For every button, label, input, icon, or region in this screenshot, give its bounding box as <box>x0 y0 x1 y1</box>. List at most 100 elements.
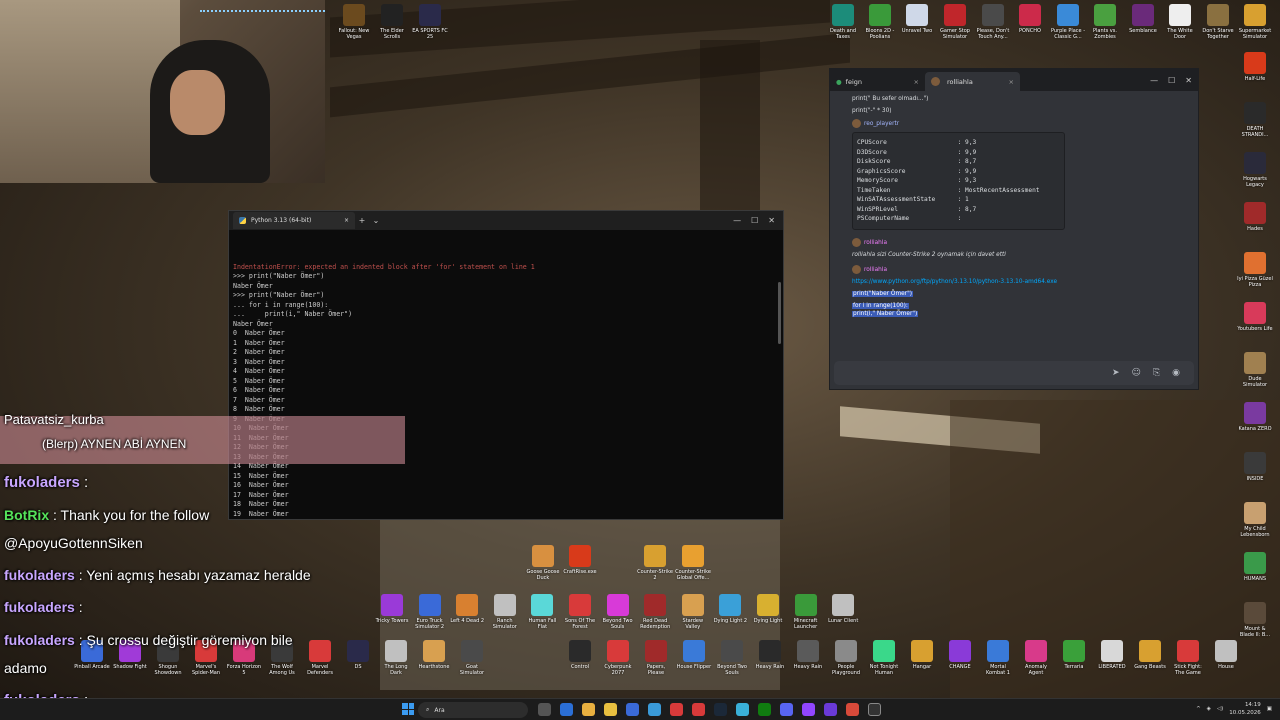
desktop-shortcut[interactable]: Purple Place - Classic G... <box>1050 4 1086 40</box>
desktop-shortcut[interactable]: Half-Life <box>1237 52 1273 88</box>
desktop-shortcut[interactable]: Hogwarts Legacy <box>1237 152 1273 188</box>
gift-icon[interactable]: ◉ <box>1172 368 1180 378</box>
desktop-shortcut[interactable]: Anomaly Agent <box>1018 640 1054 676</box>
desktop-shortcut[interactable]: Don't Starve Together <box>1200 4 1236 40</box>
desktop-shortcut[interactable]: Please, Don't Touch Any... <box>975 4 1011 40</box>
notification-icon[interactable]: ▣ <box>1267 706 1272 712</box>
tab-close-icon[interactable]: × <box>1009 78 1014 86</box>
file-explorer-icon[interactable] <box>604 703 617 716</box>
desktop-shortcut[interactable]: The White Door <box>1162 4 1198 40</box>
close-button[interactable]: ✕ <box>1185 76 1192 85</box>
desktop-shortcut[interactable]: Beyond Two Souls <box>600 594 636 630</box>
desktop-shortcut[interactable]: Gamer Stop Simulator <box>937 4 973 40</box>
desktop-shortcut[interactable]: Mount & Blade II: B... <box>1237 602 1273 638</box>
terminal-scrollbar[interactable] <box>778 282 781 344</box>
desktop-shortcut[interactable]: Dude Simulator <box>1237 352 1273 388</box>
desktop-shortcut[interactable]: Dying Light <box>750 594 786 630</box>
desktop-shortcut[interactable]: Not Tonight Human <box>866 640 902 676</box>
desktop-shortcut[interactable]: Goose Goose Duck <box>525 545 561 581</box>
clock[interactable]: 14:19 10.05.2026 <box>1229 701 1261 717</box>
desktop-shortcut[interactable]: Stick Fight: The Game <box>1170 640 1206 676</box>
desktop-shortcut[interactable]: Goat Simulator <box>454 640 490 676</box>
app-icon[interactable] <box>846 703 859 716</box>
store-icon[interactable] <box>626 703 639 716</box>
terminal-output[interactable]: IndentationError: expected an indented b… <box>229 230 783 520</box>
desktop-shortcut[interactable]: LIBERATED <box>1094 640 1130 676</box>
tab-dropdown-button[interactable]: ⌄ <box>369 216 383 225</box>
desktop-shortcut[interactable]: Human Fall Flat <box>524 594 560 630</box>
desktop-shortcut[interactable]: House Flipper <box>676 640 712 676</box>
start-button[interactable] <box>402 703 414 715</box>
desktop-shortcut[interactable]: Plants vs. Zombies <box>1087 4 1123 40</box>
desktop-shortcut[interactable]: Ranch Simulator <box>487 594 523 630</box>
desktop-shortcut[interactable]: Terraria <box>1056 640 1092 676</box>
python-terminal-window[interactable]: Python 3.13 (64-bit) × + ⌄ — ☐ ✕ Indenta… <box>228 210 784 520</box>
maximize-button[interactable]: ☐ <box>751 216 758 225</box>
opera-icon[interactable] <box>670 703 683 716</box>
desktop-shortcut[interactable]: Papers, Please <box>638 640 674 676</box>
python-titlebar[interactable]: Python 3.13 (64-bit) × + ⌄ — ☐ ✕ <box>229 211 783 230</box>
message-input[interactable]: ➤ ☺ ⎘ ◉ <box>834 361 1194 385</box>
new-tab-button[interactable]: + <box>355 216 369 225</box>
app-icon[interactable] <box>692 703 705 716</box>
tab-close-icon[interactable]: × <box>344 217 349 224</box>
desktop-shortcut[interactable]: Marvel Defenders <box>302 640 338 676</box>
app-icon[interactable] <box>824 703 837 716</box>
volume-icon[interactable]: ◁) <box>1217 706 1223 712</box>
desktop-shortcut[interactable]: Beyond Two Souls <box>714 640 750 676</box>
desktop-shortcut[interactable]: The Elder Scrolls <box>374 4 410 40</box>
desktop-shortcut[interactable]: İyi Pizza Güzel Pizza <box>1237 252 1273 288</box>
emoji-icon[interactable]: ☺ <box>1132 368 1141 378</box>
chat-username[interactable]: rolliahla <box>864 267 887 273</box>
discord-icon[interactable] <box>780 703 793 716</box>
desktop-shortcut[interactable]: CraftRise.exe <box>562 545 598 581</box>
desktop-shortcut[interactable]: Bloons 2D - Poolians <box>862 4 898 40</box>
desktop-shortcut[interactable]: Hearthstone <box>416 640 452 676</box>
attach-icon[interactable]: ⎘ <box>1153 368 1160 378</box>
desktop-shortcut[interactable]: Euro Truck Simulator 2 <box>412 594 448 630</box>
close-button[interactable]: ✕ <box>768 216 775 225</box>
send-icon[interactable]: ➤ <box>1112 368 1120 378</box>
steam-icon[interactable] <box>714 703 727 716</box>
desktop-shortcut[interactable]: INSIDE <box>1237 452 1273 488</box>
desktop-shortcut[interactable]: Tricky Towers <box>374 594 410 630</box>
download-link[interactable]: https://www.python.org/ftp/python/3.13.1… <box>852 279 1057 285</box>
desktop-shortcut[interactable]: Red Dead Redemption <box>637 594 673 630</box>
python-tab[interactable]: Python 3.13 (64-bit) × <box>233 212 355 229</box>
desktop-shortcut[interactable]: Mortal Kombat 1 <box>980 640 1016 676</box>
chrome-icon[interactable] <box>582 703 595 716</box>
desktop-shortcut[interactable]: Katana ZERO <box>1237 402 1273 438</box>
desktop-shortcut[interactable]: Semblance <box>1125 4 1161 40</box>
desktop-shortcut[interactable]: Supermarket Simulator <box>1237 4 1273 40</box>
app-icon[interactable] <box>802 703 815 716</box>
desktop-shortcut[interactable]: Lunar Client <box>825 594 861 630</box>
desktop-shortcut[interactable]: PONCHO <box>1012 4 1048 40</box>
chat-tab-rolliahla[interactable]: rolliahla × <box>925 72 1020 91</box>
app-icon[interactable] <box>736 703 749 716</box>
desktop-shortcut[interactable]: Youtubers Life <box>1237 302 1273 338</box>
network-icon[interactable]: ◈ <box>1207 706 1211 712</box>
desktop-shortcut[interactable]: DEATH STRANDI... <box>1237 102 1273 138</box>
app-icon[interactable] <box>648 703 661 716</box>
desktop-shortcut[interactable]: People Playground <box>828 640 864 676</box>
desktop-shortcut[interactable]: My Child Lebensborn <box>1237 502 1273 538</box>
desktop-shortcut[interactable]: CHANGE <box>942 640 978 676</box>
desktop-shortcut[interactable]: House <box>1208 640 1244 676</box>
desktop-shortcut[interactable]: The Long Dark <box>378 640 414 676</box>
desktop-shortcut[interactable]: Dying Light 2 <box>712 594 748 630</box>
desktop-shortcut[interactable]: DS <box>340 640 376 676</box>
chat-username[interactable]: reo_playertr <box>864 121 899 127</box>
chat-tab-feign[interactable]: ● feign × <box>830 72 925 91</box>
desktop-shortcut[interactable]: EA SPORTS FC 25 <box>412 4 448 40</box>
xbox-icon[interactable] <box>758 703 771 716</box>
desktop-shortcut[interactable]: Fallout: New Vegas <box>336 4 372 40</box>
desktop-shortcut[interactable]: Sons Of The Forest <box>562 594 598 630</box>
maximize-button[interactable]: ☐ <box>1168 76 1175 85</box>
desktop-shortcut[interactable]: Death and Taxes <box>825 4 861 40</box>
desktop-shortcut[interactable]: Counter-Strike 2 <box>637 545 673 581</box>
desktop-shortcut[interactable]: Minecraft Launcher <box>788 594 824 630</box>
chat-window[interactable]: ● feign × rolliahla × — ☐ ✕ print(" Bu s… <box>829 68 1199 390</box>
task-view-icon[interactable] <box>538 703 551 716</box>
terminal-icon[interactable] <box>868 703 881 716</box>
desktop-shortcut[interactable]: Cyberpunk 2077 <box>600 640 636 676</box>
